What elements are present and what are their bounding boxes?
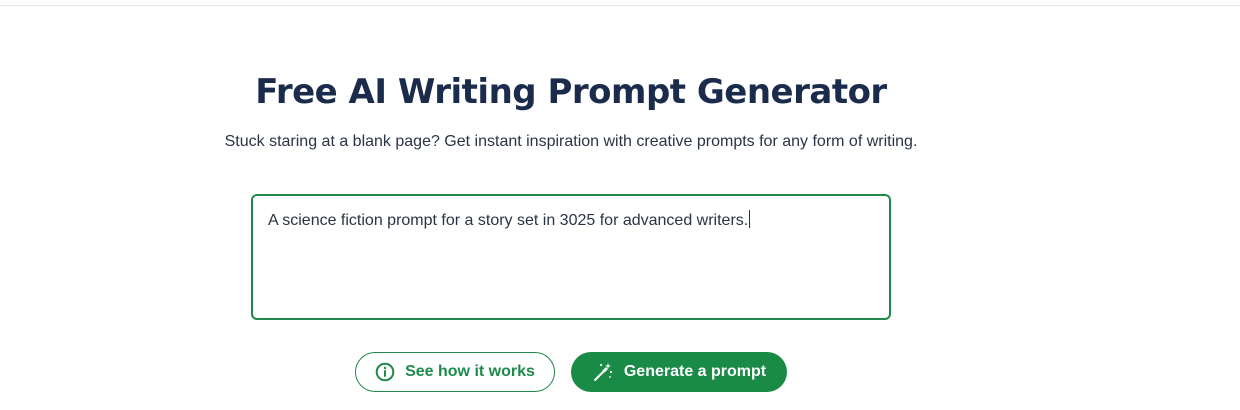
see-how-it-works-label: See how it works [405,363,535,380]
page-title: Free AI Writing Prompt Generator [255,72,887,112]
prompt-textarea-value: A science fiction prompt for a story set… [268,212,749,229]
info-circle-icon [375,362,395,382]
page-subtitle: Stuck staring at a blank page? Get insta… [224,133,918,150]
page: Free AI Writing Prompt Generator Stuck s… [0,0,1240,410]
top-divider [0,5,1240,6]
prompt-textarea[interactable]: A science fiction prompt for a story set… [251,194,891,320]
generate-prompt-label: Generate a prompt [623,363,767,380]
text-caret [749,210,751,228]
magic-wand-icon [592,361,614,383]
see-how-it-works-button[interactable]: See how it works [355,352,555,392]
generate-prompt-button[interactable]: Generate a prompt [571,352,787,392]
